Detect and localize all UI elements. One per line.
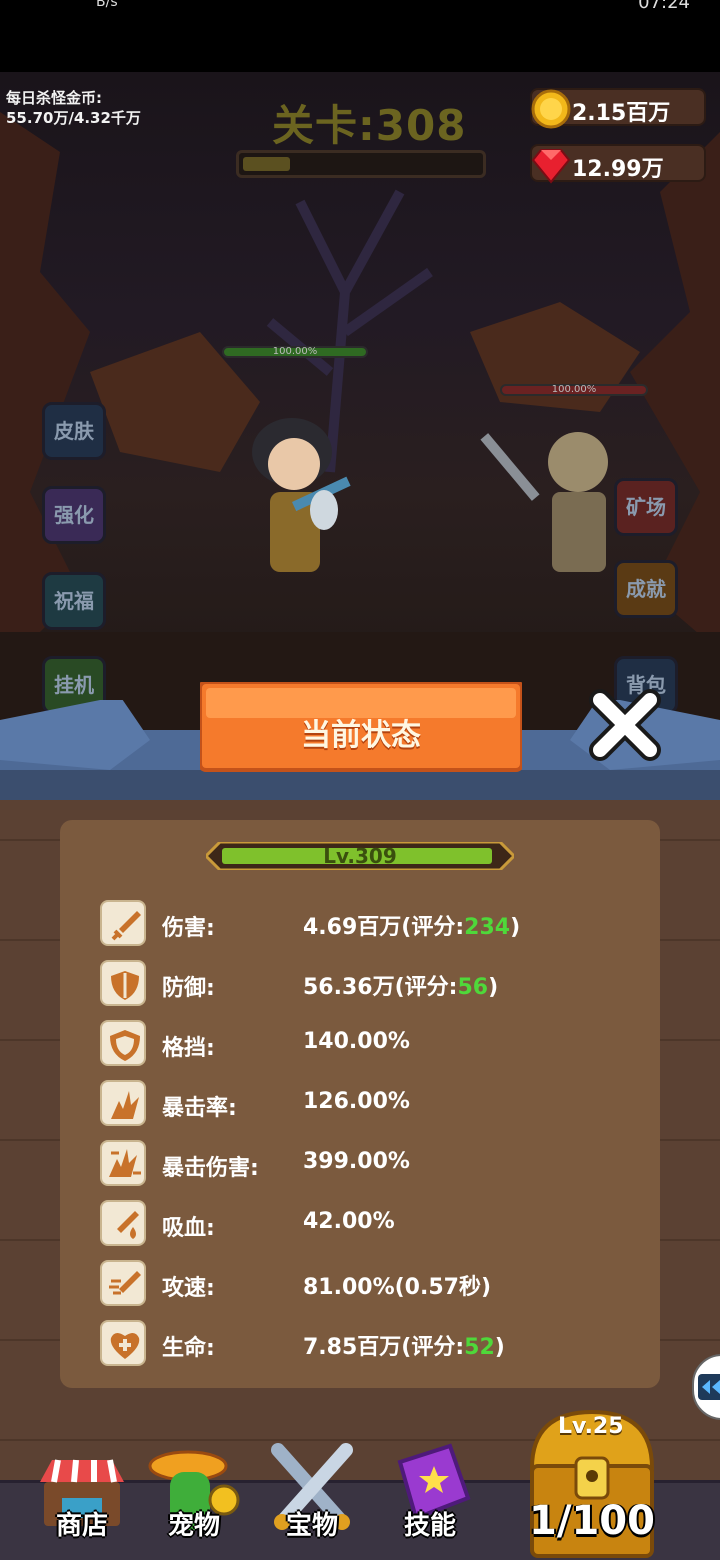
skill-button[interactable]: 技能 <box>380 1436 480 1556</box>
stat-name: 防御: <box>162 976 215 1001</box>
health-icon <box>100 1320 146 1366</box>
sword-icon <box>100 900 146 946</box>
achievement-button[interactable]: 成就 <box>614 560 678 618</box>
stat-value-text: 7.85百万(评分: <box>303 1335 465 1360</box>
stat-suffix: ) <box>494 1335 505 1360</box>
hero-character <box>252 418 351 572</box>
treasure-chest-button[interactable]: Lv.25 1/100 <box>526 1408 658 1560</box>
gold-display[interactable]: 2.15百万 <box>530 88 706 129</box>
skill-label: 技能 <box>403 1511 456 1541</box>
stat-row: 防御: 56.36万(评分:56) <box>100 960 620 1008</box>
stat-name: 生命: <box>162 1336 215 1361</box>
chest-level: Lv.25 <box>558 1414 624 1439</box>
stat-row: 格挡: 140.00% <box>100 1020 620 1068</box>
stat-value-text: 42.00% <box>303 1209 395 1234</box>
daily-kill-gold: 每日杀怪金币: 55.70万/4.32千万 <box>6 88 141 128</box>
crit-damage-icon <box>100 1140 146 1186</box>
close-icon[interactable] <box>586 686 664 764</box>
stage-title: 关卡:308 <box>272 101 467 150</box>
gem-amount: 12.99万 <box>572 157 664 182</box>
player-level: Lv.309 <box>323 844 397 868</box>
hero-hp-bar: 100.00% <box>222 346 368 358</box>
status-bar: B/s 07:24 <box>0 0 720 72</box>
stat-value-text: 126.00% <box>303 1089 410 1114</box>
stat-value: 7.85百万(评分:52) <box>303 1329 505 1361</box>
ruby-gem-icon <box>531 149 571 184</box>
stat-name: 暴击伤害: <box>162 1156 259 1181</box>
stat-value: 126.00% <box>303 1089 410 1114</box>
stat-name: 伤害: <box>162 916 215 941</box>
kill-gold-value: 55.70万/4.32千万 <box>6 109 141 127</box>
kill-gold-label: 每日杀怪金币: <box>6 89 102 107</box>
treasure-label: 宝物 <box>285 1511 338 1541</box>
stat-score: 56 <box>457 975 489 1000</box>
stat-row: 暴击率: 126.00% <box>100 1080 620 1128</box>
enemy-hp-text: 100.00% <box>551 384 597 395</box>
stat-value-text: 4.69百万(评分: <box>303 915 465 940</box>
attack-speed-icon <box>100 1260 146 1306</box>
treasure-button[interactable]: 宝物 <box>262 1436 362 1556</box>
title-banner: 当前状态 <box>200 682 522 772</box>
network-speed: B/s <box>96 0 118 10</box>
gem-display[interactable]: 12.99万 <box>530 144 706 184</box>
stat-row: 暴击伤害: 399.00% <box>100 1140 620 1188</box>
clock: 07:24 <box>638 0 690 13</box>
mine-button[interactable]: 矿场 <box>614 478 678 536</box>
shop-label: 商店 <box>55 1511 108 1541</box>
gold-coin-icon <box>531 89 571 129</box>
stat-value-text: 56.36万(评分: <box>303 975 458 1000</box>
hero-hp-text: 100.00% <box>272 346 318 357</box>
stat-value-text: 81.00%(0.57秒) <box>303 1275 492 1300</box>
stat-value: 42.00% <box>303 1209 395 1234</box>
lifesteal-icon <box>100 1200 146 1246</box>
stat-value: 56.36万(评分:56) <box>303 969 498 1001</box>
stat-value: 140.00% <box>303 1029 410 1054</box>
shop-button[interactable]: 商店 <box>32 1436 132 1556</box>
stat-value: 81.00%(0.57秒) <box>303 1269 491 1301</box>
stat-name: 格挡: <box>162 1036 215 1061</box>
stat-value-text: 140.00% <box>303 1029 410 1054</box>
stat-value: 4.69百万(评分:234) <box>303 909 520 941</box>
stat-name: 暴击率: <box>162 1096 237 1121</box>
chest-count: 1/100 <box>529 1498 655 1544</box>
stat-name: 吸血: <box>162 1216 215 1241</box>
stat-score: 52 <box>464 1335 495 1360</box>
stat-row: 攻速: 81.00%(0.57秒) <box>100 1260 620 1308</box>
pet-button[interactable]: 宠物 <box>144 1436 244 1556</box>
stat-value-text: 399.00% <box>303 1149 410 1174</box>
crit-icon <box>100 1080 146 1126</box>
rewind-icon <box>698 1374 720 1400</box>
gold-amount: 2.15百万 <box>572 101 671 126</box>
stage-progress-fill <box>243 157 291 171</box>
stat-suffix: ) <box>488 975 499 1000</box>
battle-scene: 每日杀怪金币: 55.70万/4.32千万 关卡:308 2.15百万 12.9… <box>0 72 720 772</box>
upgrade-button[interactable]: 强化 <box>42 486 106 544</box>
enemy-hp-bar: 100.00% <box>500 384 648 396</box>
stat-row: 伤害: 4.69百万(评分:234) <box>100 900 620 948</box>
stat-value: 399.00% <box>303 1149 410 1174</box>
stat-score: 234 <box>464 915 511 940</box>
level-bar: Lv.309 <box>206 842 514 870</box>
stage-progress-bar <box>236 150 486 178</box>
modal-title: 当前状态 <box>301 718 421 753</box>
stat-suffix: ) <box>510 915 521 940</box>
blessing-button[interactable]: 祝福 <box>42 572 106 630</box>
skin-button[interactable]: 皮肤 <box>42 402 106 460</box>
block-shield-icon <box>100 1020 146 1066</box>
shield-icon <box>100 960 146 1006</box>
stat-row: 吸血: 42.00% <box>100 1200 620 1248</box>
stat-row: 生命: 7.85百万(评分:52) <box>100 1320 620 1368</box>
pet-label: 宠物 <box>167 1511 220 1541</box>
stat-name: 攻速: <box>162 1276 215 1301</box>
